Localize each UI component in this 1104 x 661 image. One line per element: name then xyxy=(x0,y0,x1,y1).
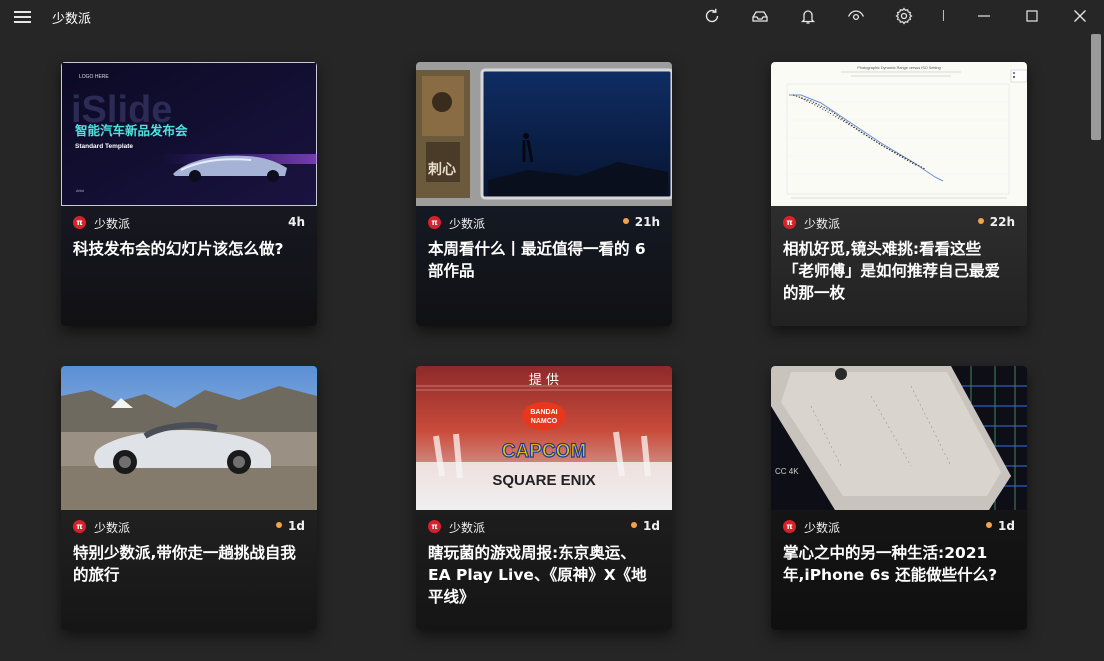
thumb-provided-text: 提 供 xyxy=(529,372,559,388)
article-thumbnail: 刺心 xyxy=(416,62,672,206)
unread-dot xyxy=(276,522,283,528)
article-body: π 少数派 1d 瞎玩菌的游戏周报:东京奥运、EA Play Live、《原神》… xyxy=(416,510,672,630)
thumb-logo-text: LOGO HERE xyxy=(79,74,109,80)
article-title: 掌心之中的另一种生活:2021 年,iPhone 6s 还能做些什么? xyxy=(783,544,998,584)
article-body: π 少数派 4h 科技发布会的幻灯片该怎么做? xyxy=(61,206,317,326)
thumb-board-text: CC 4K xyxy=(775,467,799,476)
article-thumbnail xyxy=(61,366,317,510)
thumb-chart-title: Photographic Dynamic Range versus ISO Se… xyxy=(857,66,940,70)
source-logo-icon: π xyxy=(783,216,796,229)
article-title: 科技发布会的幻灯片该怎么做? xyxy=(73,240,284,258)
post-time-text: 4h xyxy=(288,215,305,229)
unread-dot xyxy=(622,218,629,224)
article-card[interactable]: 提 供 BANDAI NAMCO CAPCOM SQUARE ENIX π 少数… xyxy=(416,366,672,630)
post-time: 1d xyxy=(276,519,305,533)
refresh-icon[interactable] xyxy=(702,6,722,26)
unread-dot xyxy=(631,522,638,528)
source-name: 少数派 xyxy=(94,521,131,535)
article-card[interactable]: π 少数派 1d 特别少数派,带你走一趟挑战自我的旅行 xyxy=(61,366,317,630)
article-card[interactable]: CC 4K π 少数派 1d 掌心之中的另一种生活:2021 年,iPhone … xyxy=(771,366,1027,630)
thumb-subtitle: Standard Template xyxy=(75,143,133,150)
source-logo-icon: π xyxy=(428,520,441,533)
source-logo-icon: π xyxy=(428,216,441,229)
close-icon[interactable] xyxy=(1070,6,1090,26)
toolbar-divider xyxy=(943,10,944,21)
thumb-square-text: SQUARE ENIX xyxy=(492,472,595,489)
bell-icon[interactable] xyxy=(798,6,818,26)
source-name: 少数派 xyxy=(449,217,486,231)
article-card[interactable]: LOGO HERE iSlide 智能汽车新品发布会 Standard Temp… xyxy=(61,62,317,326)
hamburger-menu-icon[interactable] xyxy=(14,9,32,23)
article-title: 特别少数派,带你走一趟挑战自我的旅行 xyxy=(73,544,296,584)
post-time: 1d xyxy=(986,519,1015,533)
article-card[interactable]: 刺心 π 少数派 21h 本周看什么丨最近值得一看的 6 部作品 xyxy=(416,62,672,326)
article-body: π 少数派 22h 相机好觅,镜头难挑:看看这些「老师傅」是如何推荐自己最爱的那… xyxy=(771,206,1027,326)
app-title: 少数派 xyxy=(52,12,92,27)
thumb-capcom-text: CAPCOM xyxy=(502,441,586,462)
source-logo-icon: π xyxy=(73,520,86,533)
source-logo-icon: π xyxy=(783,520,796,533)
title-bar: 少数派 xyxy=(0,0,1104,32)
post-time-text: 1d xyxy=(288,519,305,533)
article-title: 本周看什么丨最近值得一看的 6 部作品 xyxy=(428,240,646,280)
post-time: 21h xyxy=(622,215,660,229)
source-name: 少数派 xyxy=(804,217,841,231)
post-time: 1d xyxy=(631,519,660,533)
svg-text:Artist: Artist xyxy=(76,189,84,193)
article-body: π 少数派 1d 掌心之中的另一种生活:2021 年,iPhone 6s 还能做… xyxy=(771,510,1027,630)
post-time: 22h xyxy=(977,215,1015,229)
maximize-icon[interactable] xyxy=(1022,6,1042,26)
source-name: 少数派 xyxy=(449,521,486,535)
unread-dot xyxy=(986,522,993,528)
thumb-poster-text: 刺心 xyxy=(428,162,456,178)
minimize-icon[interactable] xyxy=(974,6,994,26)
post-time-text: 22h xyxy=(989,215,1015,229)
article-title: 瞎玩菌的游戏周报:东京奥运、EA Play Live、《原神》X《地平线》 xyxy=(428,544,647,606)
article-body: π 少数派 1d 特别少数派,带你走一趟挑战自我的旅行 xyxy=(61,510,317,630)
post-time: 4h xyxy=(288,215,305,229)
article-body: π 少数派 21h 本周看什么丨最近值得一看的 6 部作品 xyxy=(416,206,672,326)
article-card[interactable]: Photographic Dynamic Range versus ISO Se… xyxy=(771,62,1027,326)
article-thumbnail: Photographic Dynamic Range versus ISO Se… xyxy=(771,62,1027,206)
scrollbar-thumb[interactable] xyxy=(1091,34,1101,140)
post-time-text: 1d xyxy=(643,519,660,533)
thumb-namco-text: NAMCO xyxy=(531,418,558,425)
source-name: 少数派 xyxy=(804,521,841,535)
source-name: 少数派 xyxy=(94,217,131,231)
source-logo-icon: π xyxy=(73,216,86,229)
thumb-headline: 智能汽车新品发布会 xyxy=(74,123,188,138)
article-thumbnail: 提 供 BANDAI NAMCO CAPCOM SQUARE ENIX xyxy=(416,366,672,510)
article-title: 相机好觅,镜头难挑:看看这些「老师傅」是如何推荐自己最爱的那一枚 xyxy=(783,240,1001,302)
unread-dot xyxy=(977,218,984,224)
inbox-icon[interactable] xyxy=(750,6,770,26)
gear-icon[interactable] xyxy=(894,6,914,26)
article-thumbnail: CC 4K xyxy=(771,366,1027,510)
article-thumbnail: LOGO HERE iSlide 智能汽车新品发布会 Standard Temp… xyxy=(61,62,317,206)
thumb-bandai-text: BANDAI xyxy=(530,409,557,416)
eye-icon[interactable] xyxy=(846,6,866,26)
post-time-text: 21h xyxy=(634,215,660,229)
post-time-text: 1d xyxy=(998,519,1015,533)
